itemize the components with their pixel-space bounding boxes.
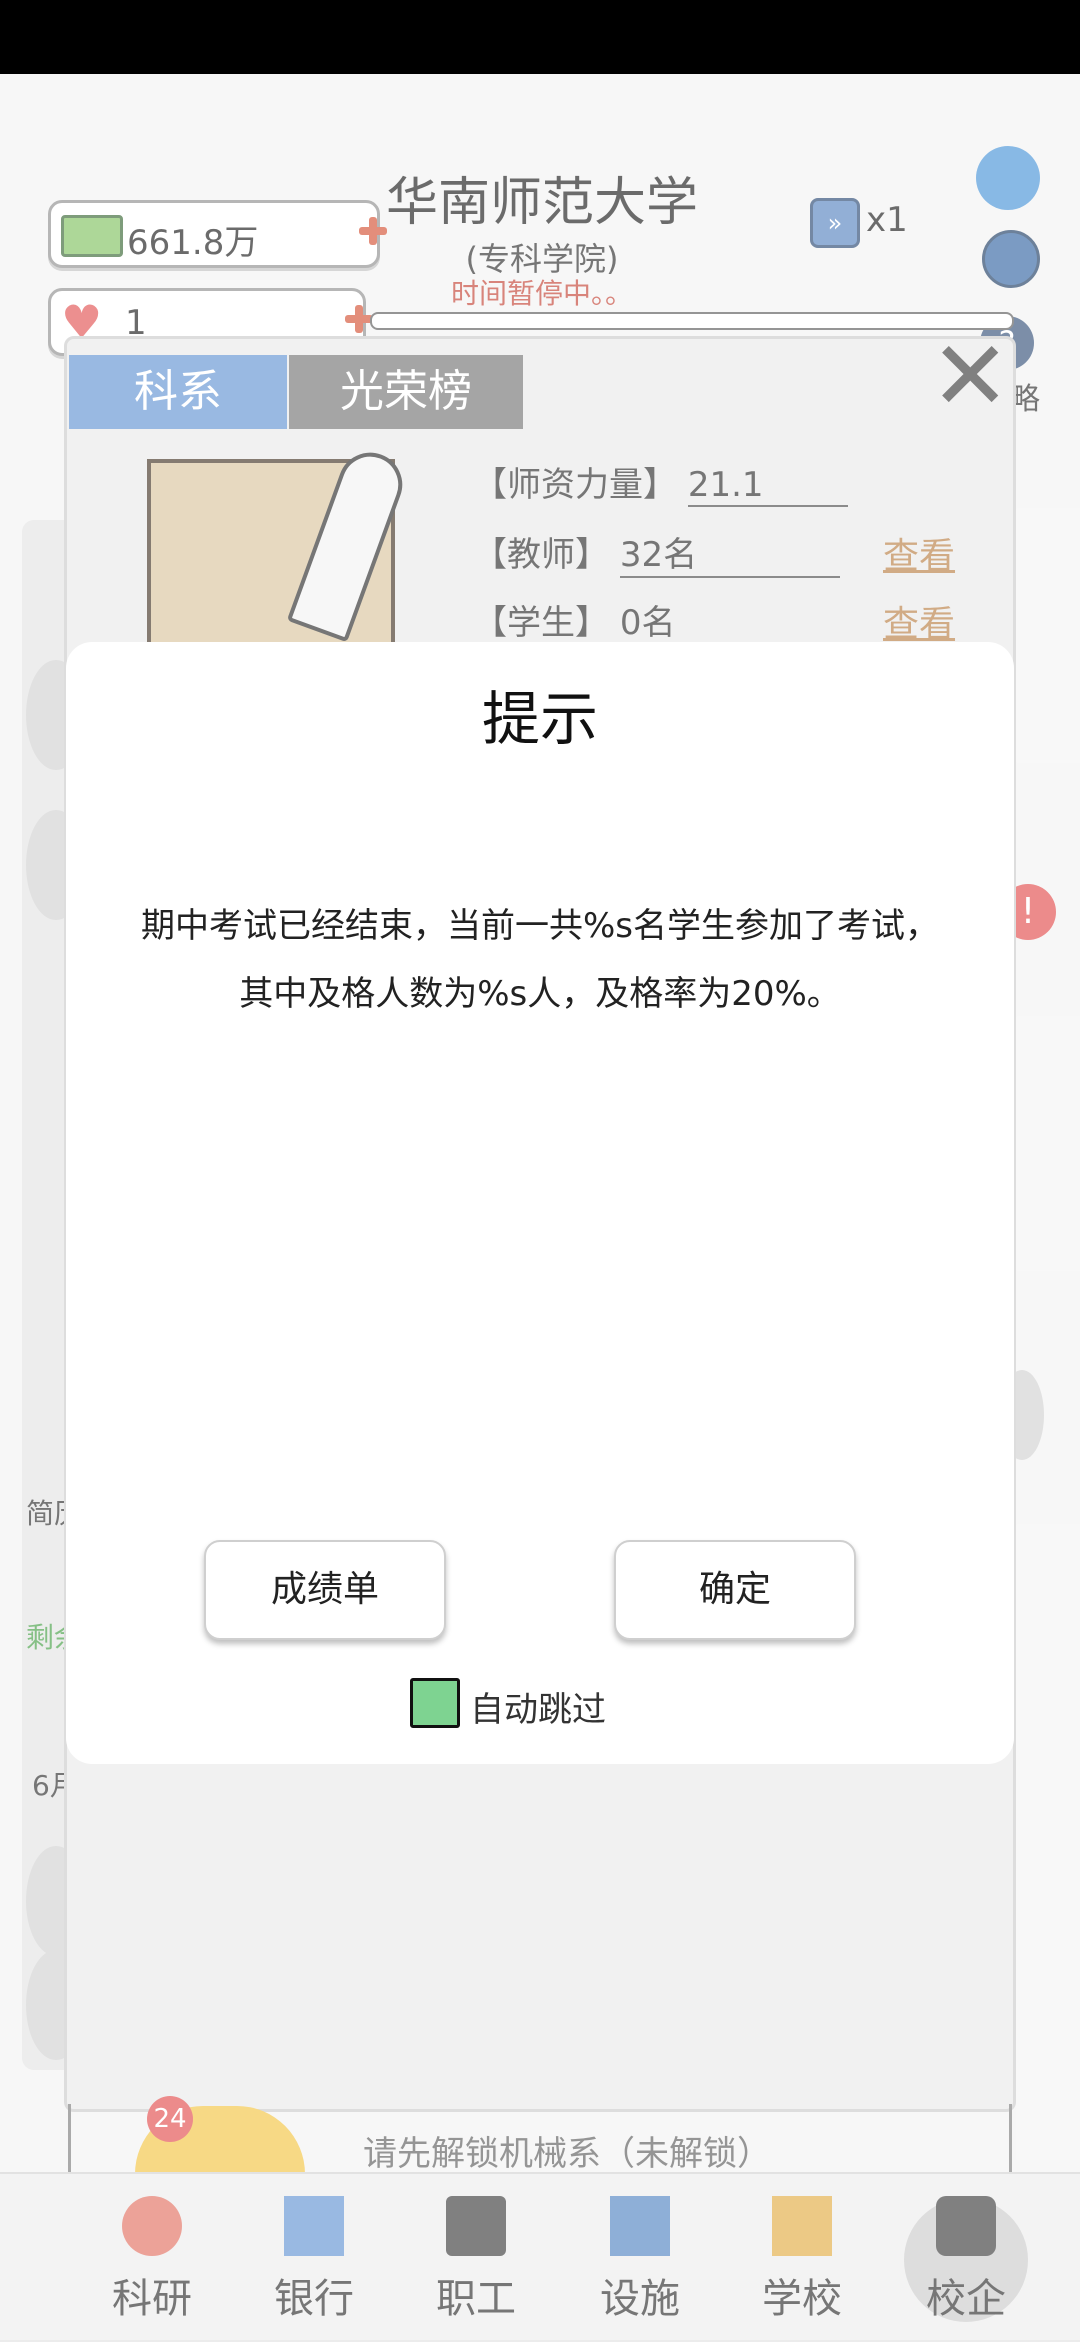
dialog-message-line-2: 其中及格人数为%s人，及格率为20%。 [239,974,841,1014]
exam-result-dialog: 提示 期中考试已经结束，当前一共%s名学生参加了考试， 其中及格人数为%s人，及… [66,642,1014,1764]
confirm-button[interactable]: 确定 [614,1540,856,1640]
dialog-message-line-1: 期中考试已经结束，当前一共%s名学生参加了考试， [140,906,940,946]
auto-skip-label[interactable]: 自动跳过 [470,1682,606,1731]
status-bar [0,0,1080,74]
auto-skip-checkbox[interactable] [410,1678,460,1728]
dialog-title: 提示 [481,685,598,753]
report-card-button[interactable]: 成绩单 [204,1540,446,1640]
dialog-message: 期中考试已经结束，当前一共%s名学生参加了考试， 其中及格人数为%s人，及格率为… [96,892,984,1028]
